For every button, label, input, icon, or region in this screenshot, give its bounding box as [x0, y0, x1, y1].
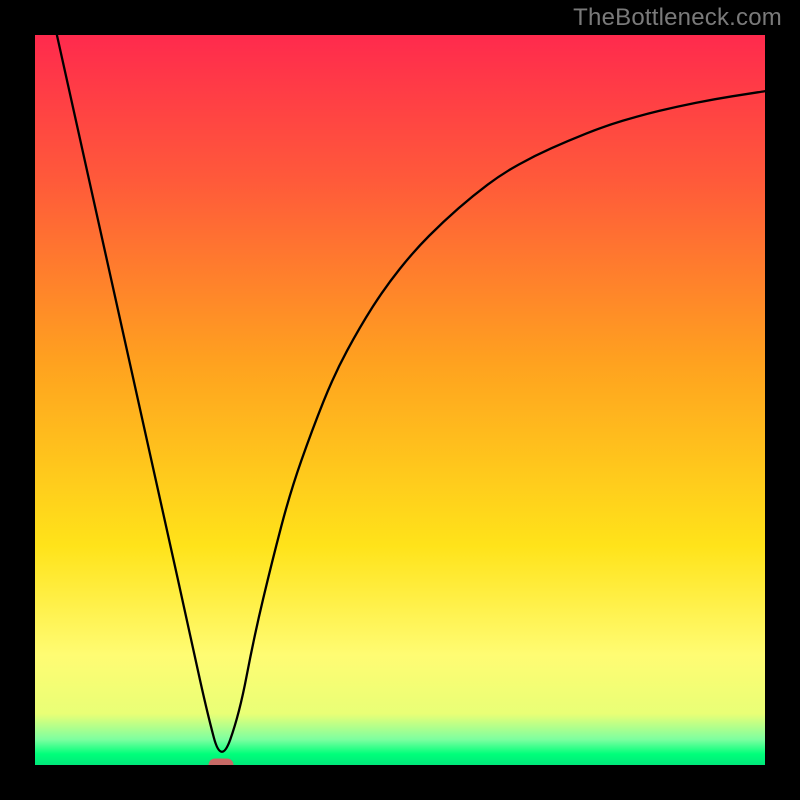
watermark-text: TheBottleneck.com: [573, 4, 782, 32]
bottleneck-marker: [209, 759, 234, 766]
bottleneck-curve: [35, 35, 765, 765]
plot-area: [35, 35, 765, 765]
chart-frame: TheBottleneck.com: [0, 0, 800, 800]
